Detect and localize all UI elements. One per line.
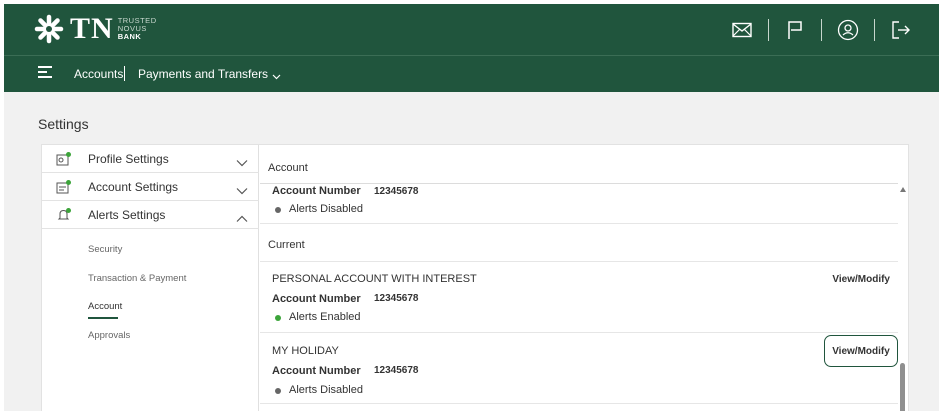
alerts-subitem-security[interactable]: Security <box>88 244 122 255</box>
page-title: Settings <box>38 116 89 132</box>
scrollbar-thumb[interactable] <box>900 363 905 411</box>
section-heading-account: Account <box>268 162 308 174</box>
settings-menu: Profile Settings Account Settings Alerts… <box>42 145 259 411</box>
account-name: MY HOLIDAY <box>272 345 339 357</box>
alerts-subitem-account[interactable]: Account <box>88 301 122 312</box>
bank-logo[interactable]: TN TRUSTED NOVUS BANK <box>34 13 157 45</box>
divider <box>260 183 898 184</box>
account-number-label: Account Number <box>272 365 361 377</box>
account-settings-icon <box>56 179 72 195</box>
user-avatar-icon[interactable] <box>836 18 860 42</box>
view-modify-link[interactable]: View/Modify <box>832 274 890 285</box>
alerts-subitem-approvals[interactable]: Approvals <box>88 330 130 341</box>
settings-item-label: Profile Settings <box>88 152 169 166</box>
scroll-up-arrow-icon[interactable] <box>900 187 906 192</box>
scrollbar[interactable] <box>897 183 909 411</box>
settings-item-profile[interactable]: Profile Settings <box>42 145 259 173</box>
alerts-subitem-transaction-payment[interactable]: Transaction & Payment <box>88 273 186 284</box>
chevron-down-icon[interactable] <box>236 154 248 167</box>
header-actions <box>730 17 913 43</box>
section-heading-current: Current <box>268 239 305 251</box>
nav-divider <box>124 66 125 81</box>
hamburger-icon[interactable] <box>38 66 52 80</box>
mail-icon[interactable] <box>730 18 754 42</box>
app-window: TN TRUSTED NOVUS BANK Accounts Payments … <box>4 4 939 411</box>
settings-item-account[interactable]: Account Settings <box>42 173 259 201</box>
alert-status-dot <box>275 315 281 321</box>
alert-status: Alerts Enabled <box>289 311 361 323</box>
top-header: TN TRUSTED NOVUS BANK <box>4 4 939 55</box>
account-number-value: 12345678 <box>374 186 419 197</box>
view-modify-button[interactable]: View/Modify <box>824 335 898 367</box>
snowflake-logo-icon <box>34 14 64 44</box>
logout-icon[interactable] <box>889 18 913 42</box>
divider <box>260 332 898 333</box>
main-nav: Accounts Payments and Transfers <box>4 55 939 92</box>
alert-status-dot <box>275 388 281 394</box>
nav-item-payments-transfers[interactable]: Payments and Transfers <box>138 67 268 81</box>
divider <box>260 261 898 262</box>
account-number-value: 12345678 <box>374 293 419 304</box>
logo-tagline: TRUSTED NOVUS BANK <box>118 17 157 41</box>
flag-icon[interactable] <box>783 18 807 42</box>
divider <box>260 403 898 404</box>
header-separator <box>821 19 822 41</box>
settings-item-label: Account Settings <box>88 180 179 194</box>
header-separator <box>874 19 875 41</box>
header-separator <box>768 19 769 41</box>
alert-status: Alerts Disabled <box>289 384 363 396</box>
divider <box>260 223 898 224</box>
nav-item-accounts[interactable]: Accounts <box>74 67 123 81</box>
alert-status-dot <box>275 207 281 213</box>
chevron-down-icon[interactable] <box>236 182 248 195</box>
alert-status: Alerts Disabled <box>289 203 363 215</box>
account-number-value: 12345678 <box>374 365 419 376</box>
profile-settings-icon <box>56 151 72 167</box>
settings-item-alerts[interactable]: Alerts Settings <box>42 201 259 229</box>
logo-line-bank: BANK <box>117 32 142 41</box>
logo-wordmark: TN <box>70 12 114 45</box>
active-subitem-indicator <box>88 317 118 319</box>
alerts-bell-icon <box>56 207 72 223</box>
settings-card: Profile Settings Account Settings Alerts… <box>41 144 909 411</box>
account-number-label: Account Number <box>272 293 361 305</box>
chevron-up-icon[interactable] <box>236 210 248 222</box>
account-number-label: Account Number <box>272 185 361 197</box>
chevron-down-icon[interactable] <box>272 68 281 80</box>
account-name: PERSONAL ACCOUNT WITH INTEREST <box>272 273 477 285</box>
settings-item-label: Alerts Settings <box>88 208 166 222</box>
alerts-account-list: Account Account Number 12345678 Alerts D… <box>260 145 910 411</box>
